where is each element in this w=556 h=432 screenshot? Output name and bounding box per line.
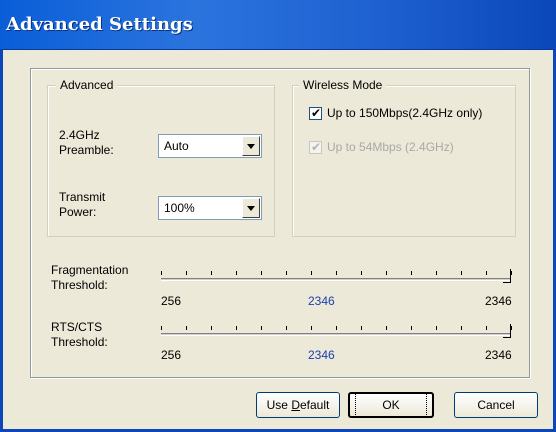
slider-tick	[186, 326, 187, 330]
fragmentation-threshold-slider[interactable]	[161, 268, 512, 290]
slider-tick	[436, 271, 437, 275]
chevron-down-icon[interactable]	[242, 198, 260, 218]
chevron-down-icon[interactable]	[242, 136, 260, 156]
slider-tick	[461, 326, 462, 330]
transmit-power-select-value: 100%	[164, 201, 195, 215]
slider-thumb[interactable]	[503, 324, 511, 338]
slider-tick	[386, 326, 387, 330]
rts-cts-min: 256	[161, 348, 182, 362]
checkmark-icon: ✔	[311, 106, 322, 120]
slider-tick	[236, 271, 237, 275]
slider-track	[161, 278, 511, 281]
slider-tick	[511, 326, 512, 330]
preamble-select[interactable]: Auto	[158, 134, 262, 158]
use-default-suffix: efault	[300, 398, 330, 412]
use-default-accelerator: D	[291, 398, 300, 412]
slider-tick	[311, 326, 312, 330]
slider-tick	[286, 271, 287, 275]
slider-thumb[interactable]	[503, 269, 511, 283]
dialog-body: Advanced 2.4GHz Preamble: Auto Transmit …	[0, 50, 556, 432]
rts-cts-threshold-slider[interactable]	[161, 323, 512, 345]
slider-tick	[386, 271, 387, 275]
title-bar[interactable]: Advanced Settings	[0, 0, 556, 50]
preamble-label: 2.4GHz Preamble:	[59, 128, 114, 157]
checkmark-icon: ✔	[311, 140, 322, 154]
slider-tick	[336, 326, 337, 330]
mode-54mbps-label: Up to 54Mbps (2.4GHz)	[327, 140, 454, 154]
slider-tick	[236, 326, 237, 330]
ok-button[interactable]: OK	[348, 392, 434, 418]
fragmentation-current-value: 2346	[308, 294, 335, 308]
fragmentation-min: 256	[161, 294, 182, 308]
use-default-prefix: Use	[266, 398, 292, 412]
slider-tick	[361, 326, 362, 330]
slider-tick	[211, 326, 212, 330]
rts-cts-threshold-label: RTS/CTS Threshold:	[51, 320, 108, 349]
slider-tick	[261, 326, 262, 330]
use-default-button[interactable]: Use Default	[256, 392, 340, 418]
slider-tick	[486, 326, 487, 330]
transmit-power-label: Transmit Power:	[59, 190, 106, 219]
fragmentation-threshold-label: Fragmentation Threshold:	[51, 263, 129, 292]
slider-tick	[411, 271, 412, 275]
advanced-group: Advanced 2.4GHz Preamble: Auto Transmit …	[47, 77, 275, 237]
slider-tick	[436, 326, 437, 330]
mode-54mbps-checkbox: ✔	[309, 140, 322, 154]
slider-tick	[161, 326, 162, 330]
slider-tick	[461, 271, 462, 275]
settings-panel: Advanced 2.4GHz Preamble: Auto Transmit …	[30, 68, 530, 378]
slider-tick	[211, 271, 212, 275]
wireless-mode-legend: Wireless Mode	[299, 77, 387, 93]
mode-150mbps-label[interactable]: Up to 150Mbps(2.4GHz only)	[327, 106, 482, 121]
slider-tick	[261, 271, 262, 275]
rts-cts-max: 2346	[485, 348, 512, 362]
slider-tick	[361, 271, 362, 275]
mode-150mbps-checkbox[interactable]: ✔	[309, 106, 322, 120]
advanced-settings-window: Advanced Settings Advanced 2.4GHz Preamb…	[0, 0, 556, 432]
slider-tick	[286, 326, 287, 330]
preamble-select-value: Auto	[164, 139, 189, 153]
slider-tick	[186, 271, 187, 275]
slider-tick	[511, 271, 512, 275]
wireless-mode-group: Wireless Mode ✔ Up to 150Mbps(2.4GHz onl…	[292, 77, 516, 237]
use-default-button-text: Use Default	[265, 393, 332, 417]
fragmentation-max: 2346	[485, 294, 512, 308]
slider-tick	[336, 271, 337, 275]
window-title: Advanced Settings	[6, 14, 193, 35]
rts-cts-current-value: 2346	[308, 348, 335, 362]
ok-button-label: OK	[355, 393, 427, 417]
slider-tick	[486, 271, 487, 275]
cancel-button-label: Cancel	[477, 398, 515, 412]
advanced-group-legend: Advanced	[56, 77, 118, 93]
slider-tick	[411, 326, 412, 330]
transmit-power-select[interactable]: 100%	[158, 196, 262, 220]
cancel-button[interactable]: Cancel	[454, 392, 538, 418]
slider-track	[161, 333, 511, 336]
slider-tick	[161, 271, 162, 275]
slider-tick	[311, 271, 312, 275]
